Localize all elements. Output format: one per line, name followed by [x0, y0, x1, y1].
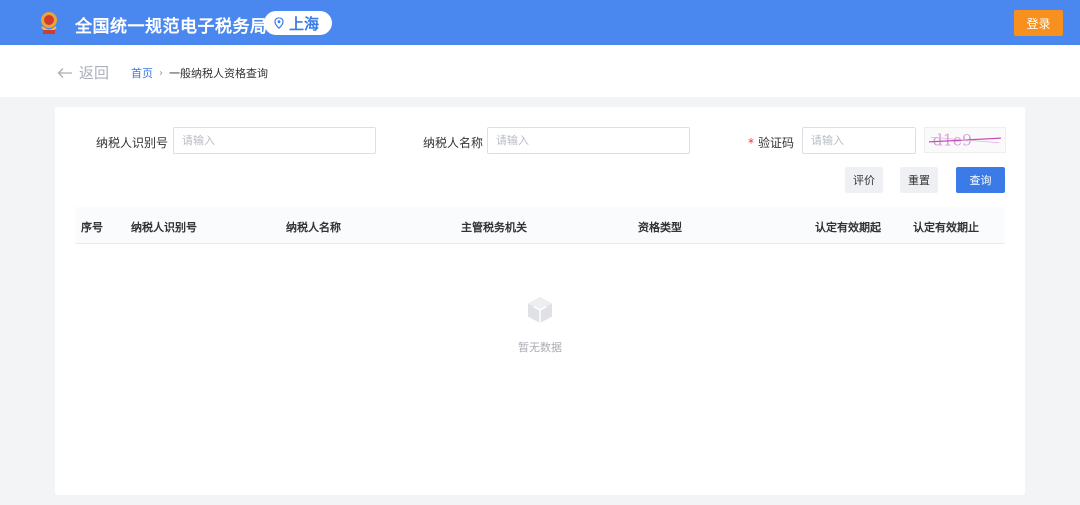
taxpayer-id-input[interactable]	[182, 134, 367, 147]
city-name: 上海	[289, 14, 320, 33]
search-button[interactable]: 查询	[956, 167, 1005, 193]
empty-box-icon	[528, 297, 552, 323]
column-header-valid-from: 认定有效期起	[815, 221, 881, 234]
results-table-header: 序号 纳税人识别号 纳税人名称 主管税务机关 资格类型 认定有效期起 认定有效期…	[75, 207, 1005, 244]
navigation-bar: 返回 首页 › 一般纳税人资格查询	[0, 45, 1080, 97]
breadcrumb-separator: ›	[159, 67, 163, 79]
empty-state: 暂无数据	[495, 295, 585, 355]
taxpayer-id-label: 纳税人识别号	[96, 136, 169, 150]
column-header-index: 序号	[81, 221, 103, 234]
captcha-field[interactable]	[802, 127, 916, 154]
column-header-tax-authority: 主管税务机关	[461, 221, 527, 234]
column-header-taxpayer-id: 纳税人识别号	[131, 221, 197, 234]
query-panel: 纳税人识别号 纳税人名称 *验证码 d1e9 评价 重置 查询 序号 纳税人识别…	[55, 107, 1025, 495]
site-title: 全国统一规范电子税务局	[75, 17, 268, 37]
login-button[interactable]: 登录	[1014, 10, 1063, 36]
captcha-input[interactable]	[811, 134, 907, 147]
taxpayer-id-field[interactable]	[173, 127, 376, 154]
breadcrumb-home-link[interactable]: 首页	[131, 65, 153, 81]
column-header-qualification-type: 资格类型	[638, 221, 682, 234]
captcha-label: * 验证码	[748, 136, 795, 150]
breadcrumb-current: 一般纳税人资格查询	[169, 67, 268, 80]
empty-state-text: 暂无数据	[518, 341, 562, 354]
taxpayer-name-label: 纳税人名称	[423, 136, 484, 150]
breadcrumb: 首页 › 一般纳税人资格查询	[131, 65, 268, 81]
taxpayer-name-input[interactable]	[496, 134, 681, 147]
evaluate-button[interactable]: 评价	[845, 167, 883, 193]
back-label: 返回	[79, 64, 110, 82]
column-header-valid-to: 认定有效期止	[913, 221, 979, 234]
top-header: 全国统一规范电子税务局 上海 登录	[0, 0, 1080, 45]
location-pin-icon	[274, 17, 284, 29]
city-selector[interactable]: 上海	[264, 11, 333, 35]
taxpayer-name-field[interactable]	[487, 127, 690, 154]
tax-emblem-logo	[41, 12, 57, 34]
reset-button[interactable]: 重置	[900, 167, 938, 193]
captcha-image[interactable]: d1e9	[924, 127, 1006, 153]
required-mark: *	[748, 136, 754, 150]
column-header-taxpayer-name: 纳税人名称	[286, 221, 341, 234]
arrow-left-icon	[57, 67, 72, 78]
back-button[interactable]: 返回	[57, 62, 109, 83]
